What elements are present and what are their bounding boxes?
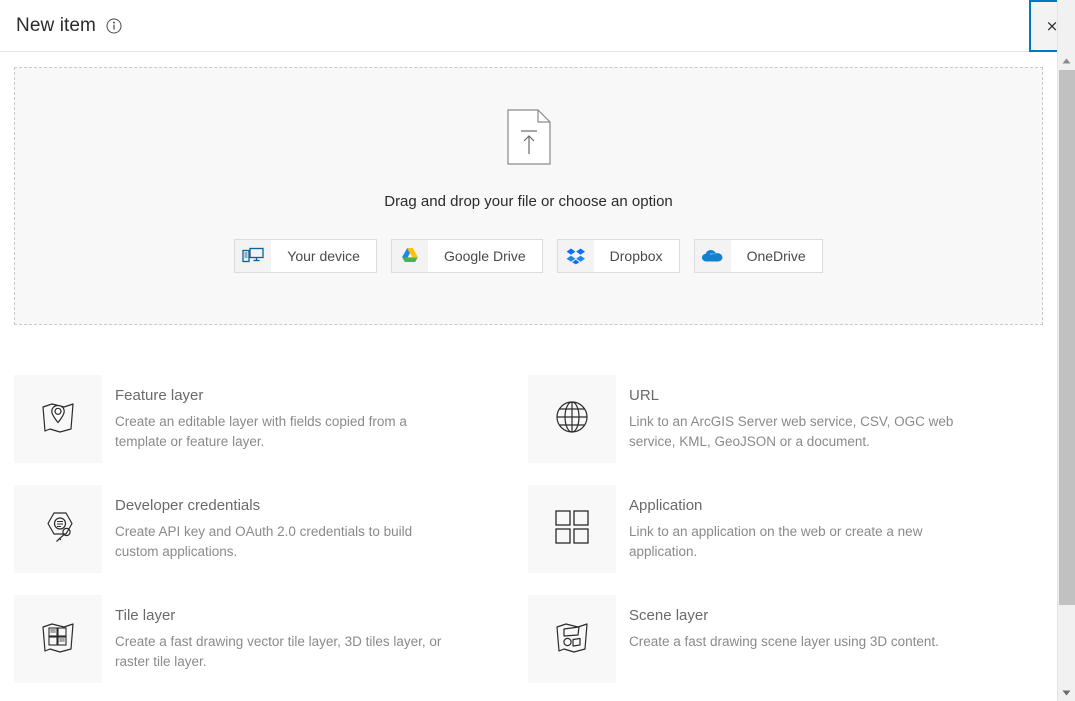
dropbox-icon: [558, 240, 594, 272]
scroll-thumb[interactable]: [1059, 70, 1075, 605]
card-thumbnail: [14, 595, 102, 683]
source-button-dropbox[interactable]: Dropbox: [557, 239, 680, 273]
new-item-dialog: New item × Drag and dr: [0, 0, 1075, 701]
file-source-buttons: Your device Google Drive: [234, 239, 822, 273]
card-body: Feature layer Create an editable layer w…: [102, 375, 445, 452]
globe-icon: [552, 397, 592, 442]
card-description: Link to an application on the web or cre…: [629, 522, 959, 562]
map-scene-icon: [552, 618, 592, 661]
card-thumbnail: [528, 485, 616, 573]
file-dropzone[interactable]: Drag and drop your file or choose an opt…: [14, 67, 1043, 325]
caret-down-icon[interactable]: [1058, 684, 1075, 701]
scrollbar-top-strip: [1057, 0, 1075, 52]
card-thumbnail: [14, 375, 102, 463]
card-description: Create an editable layer with fields cop…: [115, 412, 445, 452]
card-body: Tile layer Create a fast drawing vector …: [102, 595, 445, 672]
computer-icon: [235, 240, 271, 272]
card-thumbnail: [528, 595, 616, 683]
card-title: URL: [629, 387, 959, 404]
dialog-header: New item: [0, 0, 1057, 52]
map-pin-icon: [38, 398, 78, 441]
item-type-feature-layer[interactable]: Feature layer Create an editable layer w…: [14, 375, 528, 485]
info-circle-icon[interactable]: [106, 18, 122, 34]
card-body: URL Link to an ArcGIS Server web service…: [616, 375, 959, 452]
card-description: Create a fast drawing scene layer using …: [629, 632, 939, 652]
source-button-label: Dropbox: [594, 248, 679, 264]
onedrive-icon: [695, 240, 731, 272]
page-title: New item: [16, 15, 96, 37]
card-description: Create API key and OAuth 2.0 credentials…: [115, 522, 445, 562]
item-type-developer-credentials[interactable]: Developer credentials Create API key and…: [14, 485, 528, 595]
card-title: Scene layer: [629, 607, 939, 624]
dialog-content: Drag and drop your file or choose an opt…: [0, 52, 1057, 701]
dropzone-message: Drag and drop your file or choose an opt…: [384, 193, 673, 210]
card-description: Link to an ArcGIS Server web service, CS…: [629, 412, 959, 452]
source-button-label: Your device: [271, 248, 376, 264]
card-title: Application: [629, 497, 959, 514]
item-type-application[interactable]: Application Link to an application on th…: [528, 485, 1042, 595]
google-drive-icon: [392, 240, 428, 272]
item-type-grid: Feature layer Create an editable layer w…: [14, 375, 1043, 701]
source-button-google-drive[interactable]: Google Drive: [391, 239, 543, 273]
source-button-label: Google Drive: [428, 248, 542, 264]
card-title: Feature layer: [115, 387, 445, 404]
item-type-scene-layer[interactable]: Scene layer Create a fast drawing scene …: [528, 595, 1042, 701]
map-tiles-icon: [38, 618, 78, 661]
caret-up-icon[interactable]: [1058, 52, 1075, 69]
item-type-tile-layer[interactable]: Tile layer Create a fast drawing vector …: [14, 595, 528, 701]
key-hexagon-icon: [38, 507, 78, 552]
card-body: Developer credentials Create API key and…: [102, 485, 445, 562]
card-description: Create a fast drawing vector tile layer,…: [115, 632, 445, 672]
vertical-scrollbar[interactable]: [1057, 52, 1075, 701]
source-button-your-device[interactable]: Your device: [234, 239, 377, 273]
item-type-url[interactable]: URL Link to an ArcGIS Server web service…: [528, 375, 1042, 485]
source-button-label: OneDrive: [731, 248, 822, 264]
card-title: Developer credentials: [115, 497, 445, 514]
source-button-onedrive[interactable]: OneDrive: [694, 239, 823, 273]
card-thumbnail: [14, 485, 102, 573]
card-body: Application Link to an application on th…: [616, 485, 959, 562]
card-title: Tile layer: [115, 607, 445, 624]
grid-squares-icon: [554, 509, 590, 550]
card-body: Scene layer Create a fast drawing scene …: [616, 595, 939, 652]
card-thumbnail: [528, 375, 616, 463]
file-upload-icon: [507, 109, 551, 165]
